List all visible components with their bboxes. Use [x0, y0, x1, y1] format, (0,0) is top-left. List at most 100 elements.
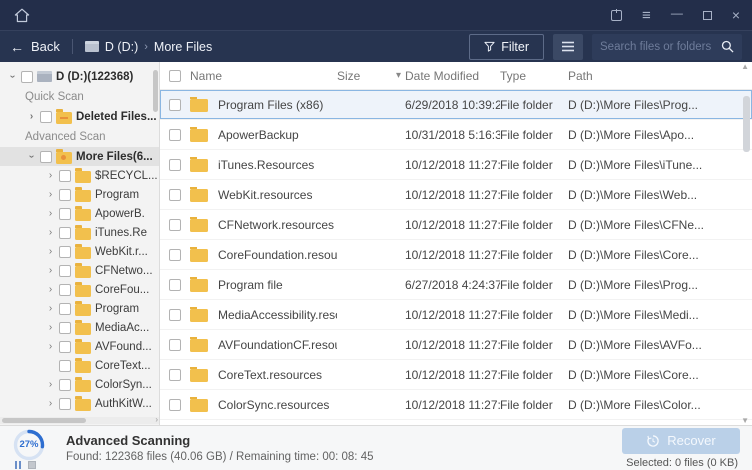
tree-checkbox[interactable]: [59, 360, 71, 372]
table-row[interactable]: Program file 6/27/2018 4:24:37 ... File …: [160, 270, 752, 300]
tree-caret-icon[interactable]: ›: [46, 322, 55, 333]
sidebar-vertical-scrollbar[interactable]: [153, 70, 158, 112]
close-icon[interactable]: ×: [732, 8, 740, 22]
back-button[interactable]: ← Back: [10, 39, 60, 55]
tree-caret-icon[interactable]: ›: [46, 227, 55, 238]
row-checkbox[interactable]: [169, 219, 181, 231]
tree-caret-icon[interactable]: ›: [46, 208, 55, 219]
stop-icon[interactable]: [28, 461, 36, 469]
tree-checkbox[interactable]: [59, 227, 71, 239]
filter-button[interactable]: Filter: [469, 34, 544, 60]
table-scroll-up-icon[interactable]: ▲: [741, 62, 749, 71]
tree-item[interactable]: › ApowerB.: [0, 204, 159, 223]
column-header-name[interactable]: Name: [190, 69, 337, 83]
tree-caret-icon[interactable]: ›: [46, 341, 55, 352]
tree-item[interactable]: › CoreText...: [0, 356, 159, 375]
table-scroll-down-icon[interactable]: ▼: [741, 416, 749, 425]
table-row[interactable]: CoreFoundation.resources 10/12/2018 11:2…: [160, 240, 752, 270]
table-row[interactable]: WebKit.resources 10/12/2018 11:27:... Fi…: [160, 180, 752, 210]
tree-item[interactable]: › ColorSyn...: [0, 375, 159, 394]
tree-caret-icon[interactable]: ›: [26, 152, 37, 161]
home-icon[interactable]: [12, 5, 32, 25]
table-vertical-scrollbar[interactable]: [743, 96, 750, 152]
tree-checkbox[interactable]: [21, 71, 33, 83]
promo-icon[interactable]: [611, 10, 622, 21]
sort-caret-icon[interactable]: ▾: [396, 70, 401, 81]
tree-item[interactable]: › $RECYCL...: [0, 166, 159, 185]
tree-checkbox[interactable]: [59, 246, 71, 258]
column-header-date[interactable]: Date Modified: [405, 69, 500, 83]
table-row[interactable]: AVFoundationCF.resources 10/12/2018 11:2…: [160, 330, 752, 360]
tree-checkbox[interactable]: [59, 322, 71, 334]
tree-checkbox[interactable]: [59, 265, 71, 277]
sidebar-horizontal-scrollbar[interactable]: ›: [0, 417, 159, 424]
tree-caret-icon[interactable]: ›: [46, 170, 55, 181]
tree-item[interactable]: › iTunes.Re: [0, 223, 159, 242]
minimize-icon[interactable]: —: [671, 7, 683, 19]
sidebar-hscroll-arrow-icon[interactable]: ›: [155, 415, 158, 424]
row-checkbox[interactable]: [169, 159, 181, 171]
table-row[interactable]: ColorSync.resources 10/12/2018 11:27:...…: [160, 390, 752, 420]
row-checkbox[interactable]: [169, 369, 181, 381]
row-checkbox[interactable]: [169, 339, 181, 351]
tree-caret-icon[interactable]: ›: [46, 265, 55, 276]
maximize-icon[interactable]: [703, 11, 712, 20]
tree-checkbox[interactable]: [59, 303, 71, 315]
tree-item[interactable]: › WebKit.r...: [0, 242, 159, 261]
select-all-checkbox[interactable]: [169, 70, 181, 82]
breadcrumb-folder[interactable]: More Files: [154, 40, 212, 54]
row-checkbox[interactable]: [169, 99, 181, 111]
table-row[interactable]: MediaAccessibility.resources 10/12/2018 …: [160, 300, 752, 330]
pause-icon[interactable]: [15, 461, 21, 469]
tree-checkbox[interactable]: [40, 111, 52, 123]
row-checkbox[interactable]: [169, 189, 181, 201]
tree-item[interactable]: › More Files(6...: [0, 147, 159, 166]
tree-checkbox[interactable]: [59, 379, 71, 391]
tree-item[interactable]: › Program: [0, 185, 159, 204]
tree-checkbox[interactable]: [40, 151, 52, 163]
tree-caret-icon[interactable]: ›: [46, 303, 55, 314]
table-row[interactable]: iTunes.Resources 10/12/2018 11:27:... Fi…: [160, 150, 752, 180]
tree-checkbox[interactable]: [59, 284, 71, 296]
tree-item[interactable]: › AuthKitW...: [0, 394, 159, 413]
row-checkbox[interactable]: [169, 309, 181, 321]
view-mode-button[interactable]: [553, 34, 583, 60]
row-checkbox[interactable]: [169, 279, 181, 291]
column-header-path[interactable]: Path: [568, 69, 752, 83]
search-input[interactable]: [600, 41, 715, 53]
tree-item[interactable]: › D (D:)(122368): [0, 67, 159, 86]
row-checkbox[interactable]: [169, 399, 181, 411]
tree-item[interactable]: › MediaAc...: [0, 318, 159, 337]
tree-item[interactable]: › CoreFou...: [0, 280, 159, 299]
tree-caret-icon[interactable]: ›: [46, 189, 55, 200]
tree-checkbox[interactable]: [59, 398, 71, 410]
table-row[interactable]: Program Files (x86) 6/29/2018 10:39:2...…: [160, 90, 752, 120]
table-row[interactable]: CFNetwork.resources 10/12/2018 11:27:...…: [160, 210, 752, 240]
table-row[interactable]: ApowerBackup 10/31/2018 5:16:3... File f…: [160, 120, 752, 150]
column-header-type[interactable]: Type: [500, 69, 568, 83]
breadcrumb-drive[interactable]: D (D:): [105, 40, 138, 54]
recover-button[interactable]: Recover: [622, 428, 740, 454]
tree-caret-icon[interactable]: ›: [46, 398, 55, 409]
tree-caret-icon[interactable]: ›: [46, 246, 55, 257]
tree-caret-icon[interactable]: ›: [7, 72, 18, 81]
tree-item[interactable]: › AVFound...: [0, 337, 159, 356]
menu-icon[interactable]: ≡: [642, 8, 651, 23]
table-row[interactable]: CoreText.resources 10/12/2018 11:27:... …: [160, 360, 752, 390]
tree-item[interactable]: › Program: [0, 299, 159, 318]
tree-item[interactable]: › CFNetwo...: [0, 261, 159, 280]
tree-caret-icon[interactable]: ›: [46, 284, 55, 295]
tree-caret-icon[interactable]: ›: [27, 111, 36, 122]
tree-checkbox[interactable]: [59, 189, 71, 201]
search-icon[interactable]: [721, 40, 734, 53]
tree-checkbox[interactable]: [59, 170, 71, 182]
tree-checkbox[interactable]: [59, 341, 71, 353]
tree-caret-icon[interactable]: ›: [46, 379, 55, 390]
row-checkbox[interactable]: [169, 129, 181, 141]
sidebar-hscroll-thumb[interactable]: [2, 418, 86, 423]
tree-item[interactable]: › Deleted Files...: [0, 107, 159, 126]
tree-item-label: AuthKitW...: [95, 398, 152, 410]
tree-checkbox[interactable]: [59, 208, 71, 220]
row-checkbox[interactable]: [169, 249, 181, 261]
column-header-size[interactable]: Size ▾: [337, 69, 405, 83]
